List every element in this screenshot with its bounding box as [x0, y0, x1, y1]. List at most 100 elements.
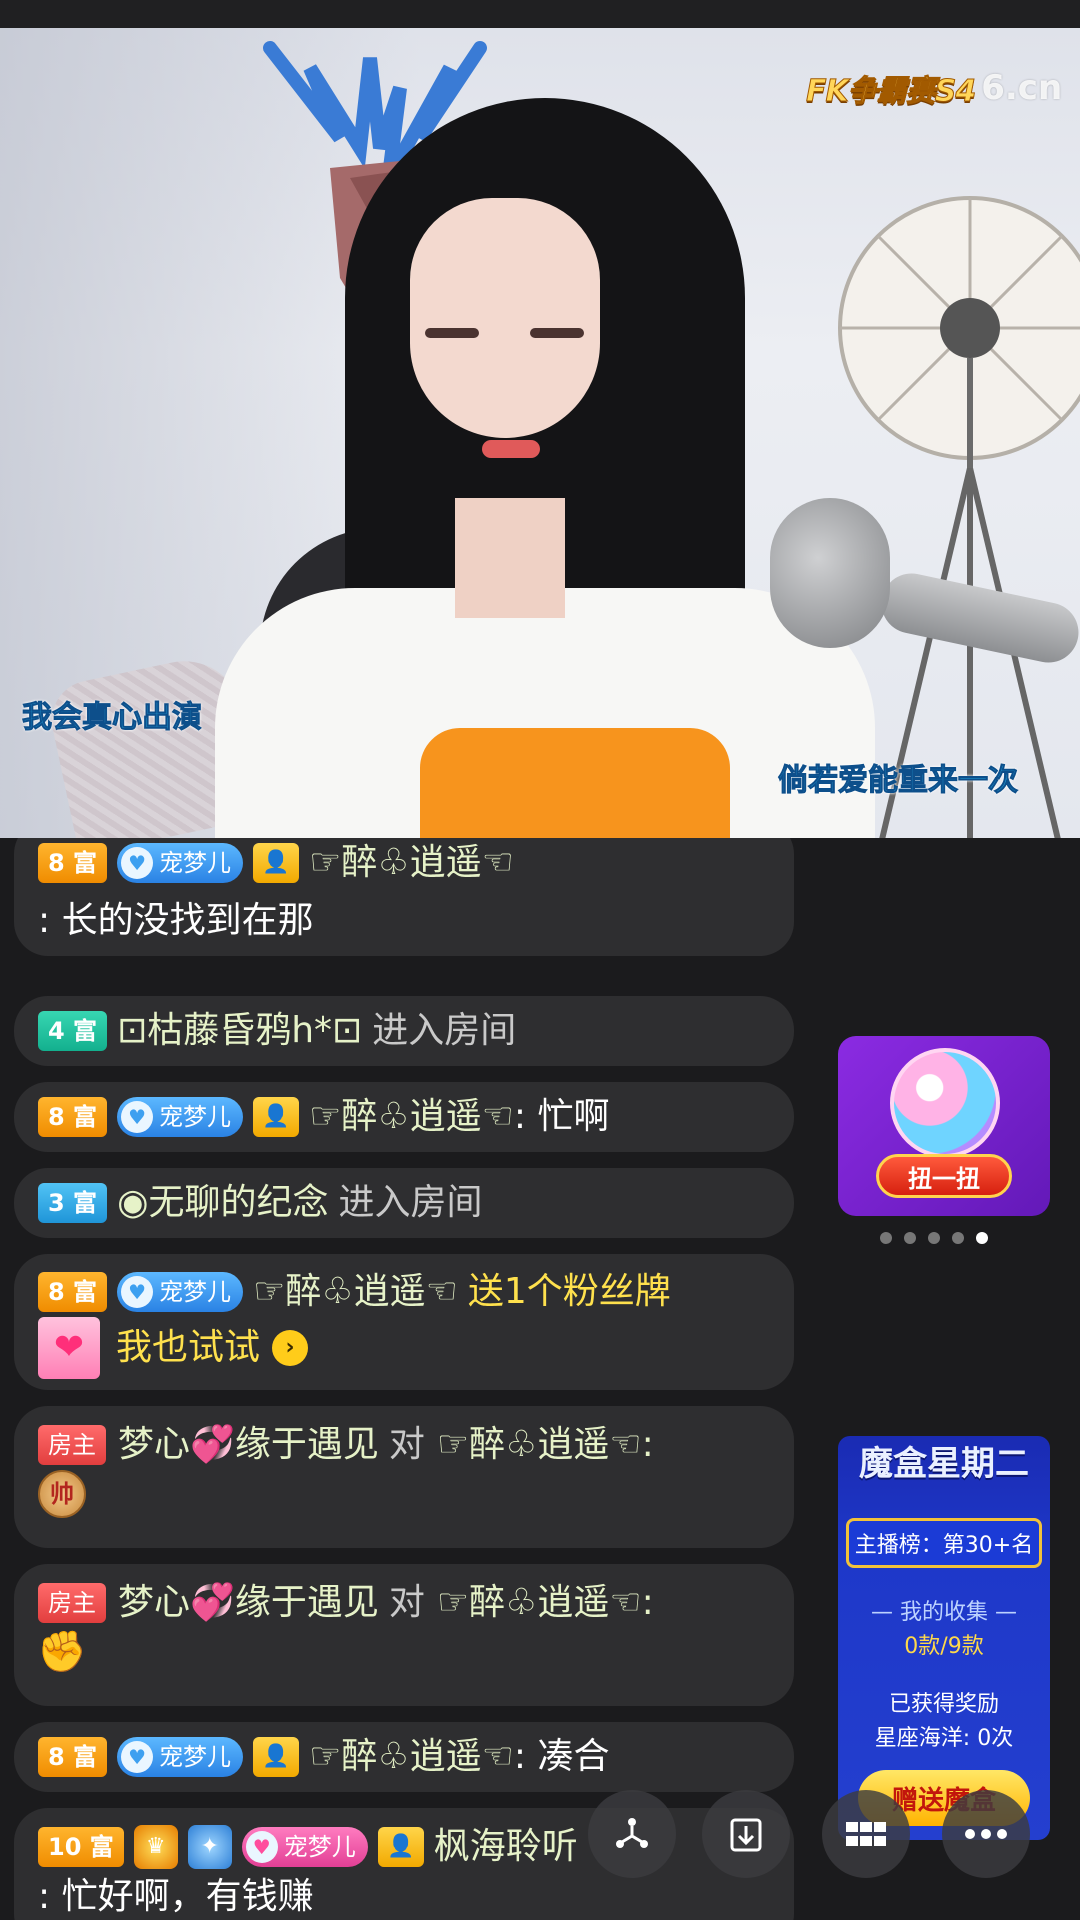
collection-count: 0款/9款	[904, 1634, 984, 1659]
gacha-widget[interactable]: 扭一扭	[838, 1036, 1050, 1216]
heart-icon: ♥	[121, 847, 154, 879]
user-badge-icon: 👤	[253, 1737, 300, 1777]
chat-message: 4 富 ⊡枯藤昏鸦h*⊡ 进入房间	[14, 996, 794, 1066]
streamer-face	[410, 198, 600, 438]
message-text: : 长的没找到在那	[38, 900, 314, 941]
grid-icon	[846, 1822, 886, 1846]
carousel-dot	[952, 1232, 964, 1244]
carousel-dot	[928, 1232, 940, 1244]
user-badge-icon: 👤	[377, 1827, 424, 1867]
carousel-dot	[880, 1232, 892, 1244]
wealth-badge: 8 富	[38, 1272, 108, 1312]
heart-icon: ♥	[121, 1741, 154, 1773]
wealth-badge: 10 富	[38, 1827, 124, 1867]
share-button[interactable]	[588, 1790, 676, 1878]
gacha-button[interactable]: 扭一扭	[876, 1154, 1012, 1198]
pet-name: 宠梦儿	[159, 1743, 232, 1771]
lyric-left: 我会真心出演	[22, 700, 203, 736]
pet-name: 宠梦儿	[159, 1103, 232, 1131]
username[interactable]: 枫海聆听	[434, 1822, 578, 1872]
wealth-badge: 8 富	[38, 1737, 108, 1777]
chat-message: 房主 梦心💞缘于遇见 对 ☞醉♧逍遥☜: ✊	[14, 1564, 794, 1706]
chat-message: 8 富 ♥ 宠梦儿 👤 ☞醉♧逍遥☜ : 忙啊	[14, 1082, 794, 1152]
eye-right	[530, 328, 584, 338]
try-it-link[interactable]: 我也试试	[116, 1316, 260, 1380]
rewards-label: 已获得奖励	[888, 1692, 999, 1717]
target-username[interactable]: ☞醉♧逍遥☜:	[437, 1420, 654, 1470]
user-badge-icon: 👤	[253, 1097, 300, 1137]
brand-logo: FK争霸赛S4	[805, 74, 976, 110]
pet-badge: ♥ 宠梦儿	[117, 1737, 244, 1777]
carousel-dots	[880, 1232, 988, 1244]
carousel-dot-active	[976, 1232, 988, 1244]
lips	[482, 440, 540, 458]
wealth-badge: 8 富	[38, 843, 108, 883]
gift-text: 送1个粉丝牌	[467, 1271, 671, 1312]
magic-box-title: 魔盒星期二	[859, 1444, 1029, 1484]
live-video[interactable]: 我会真心出演 倘若爱能重来一次 FK争霸赛S4 6.cn	[0, 28, 1080, 838]
eye-left	[425, 328, 479, 338]
user-badge-icon: 👤	[253, 843, 300, 883]
system-text: 进入房间	[338, 1182, 483, 1223]
pet-name: 宠梦儿	[159, 1278, 232, 1306]
chat-message: 10 富 ♛ ✦ ♥ 宠梦儿 👤 枫海聆听 : 忙好啊，有钱赚	[14, 1808, 794, 1920]
lyric-right: 倘若爱能重来一次	[778, 763, 1019, 799]
system-text: 进入房间	[372, 1010, 517, 1051]
chat-message: 8 富 ♥ 宠梦儿 👤 ☞醉♧逍遥☜ : 凑合	[14, 1722, 794, 1792]
download-icon	[730, 1818, 762, 1852]
crown-badge-icon: ♛	[133, 1825, 178, 1869]
username[interactable]: ☞醉♧逍遥☜	[309, 838, 514, 892]
chat-message: 房主 梦心💞缘于遇见 对 ☞醉♧逍遥☜: 帅	[14, 1406, 794, 1548]
target-username[interactable]: ☞醉♧逍遥☜:	[437, 1578, 654, 1628]
pet-badge: ♥ 宠梦儿	[117, 1097, 244, 1137]
message-text: : 忙好啊，有钱赚	[38, 1876, 314, 1917]
chevron-right-icon[interactable]: ›	[272, 1330, 309, 1366]
streamer-top	[420, 728, 730, 838]
more-icon	[965, 1829, 1007, 1839]
pet-name: 宠梦儿	[159, 849, 232, 877]
share-icon	[616, 1818, 648, 1848]
chat-message: 3 富 ◉无聊的纪念 进入房间	[14, 1168, 794, 1238]
pet-badge: ♥ 宠梦儿	[117, 843, 244, 883]
username[interactable]: 梦心💞缘于遇见	[118, 1420, 379, 1470]
constellation-sea-count: 星座海洋: 0次	[874, 1726, 1014, 1751]
username[interactable]: ◉无聊的纪念	[117, 1182, 328, 1224]
grid-menu-button[interactable]	[822, 1790, 910, 1878]
to-text: 对	[388, 1424, 425, 1465]
chat-message: 8 富 ♥ 宠梦儿 👤 ☞醉♧逍遥☜ : 长的没找到在那	[14, 838, 794, 956]
wealth-badge: 8 富	[38, 1097, 108, 1137]
my-collection-label: — 我的收集 —	[871, 1600, 1017, 1625]
download-button[interactable]	[702, 1790, 790, 1878]
host-badge: 房主	[38, 1425, 106, 1465]
pet-badge: ♥ 宠梦儿	[241, 1827, 368, 1867]
microphone	[770, 498, 890, 648]
to-text: 对	[388, 1582, 425, 1623]
brand-site: 6.cn	[981, 68, 1063, 108]
username[interactable]: ☞醉♧逍遥☜	[309, 1736, 514, 1778]
fan-badge-heart-icon: ❤	[38, 1317, 100, 1379]
fist-emoji-icon: ✊	[37, 1629, 87, 1675]
gacha-machine-icon	[890, 1048, 1000, 1158]
username[interactable]: ⊡枯藤昏鸦h*⊡	[117, 1010, 362, 1052]
username[interactable]: ☞醉♧逍遥☜	[309, 1096, 514, 1138]
chess-stamp-icon: 帅	[38, 1470, 86, 1518]
carousel-dot	[904, 1232, 916, 1244]
status-bar	[0, 0, 1080, 28]
magic-box-widget[interactable]: 魔盒星期二 主播榜：第30+名 — 我的收集 — 0款/9款 已获得奖励 星座海…	[838, 1436, 1050, 1840]
username[interactable]: 梦心💞缘于遇见	[118, 1578, 379, 1628]
message-text: : 忙啊	[513, 1096, 610, 1137]
anchor-rank: 主播榜：第30+名	[846, 1518, 1042, 1568]
pet-badge: ♥ 宠梦儿	[117, 1272, 244, 1312]
heart-icon: ♥	[121, 1101, 154, 1133]
host-badge: 房主	[38, 1583, 106, 1623]
pet-name: 宠梦儿	[283, 1833, 356, 1861]
wealth-badge: 3 富	[38, 1183, 108, 1223]
brand-watermark: FK争霸赛S4 6.cn	[805, 66, 1063, 110]
medal-badge-icon: ✦	[187, 1825, 232, 1869]
username[interactable]: ☞醉♧逍遥☜	[253, 1268, 458, 1316]
wealth-badge: 4 富	[38, 1011, 108, 1051]
more-button[interactable]	[942, 1790, 1030, 1878]
message-text: : 凑合	[513, 1736, 610, 1777]
heart-icon: ♥	[121, 1276, 154, 1308]
streamer-neck	[455, 498, 565, 618]
